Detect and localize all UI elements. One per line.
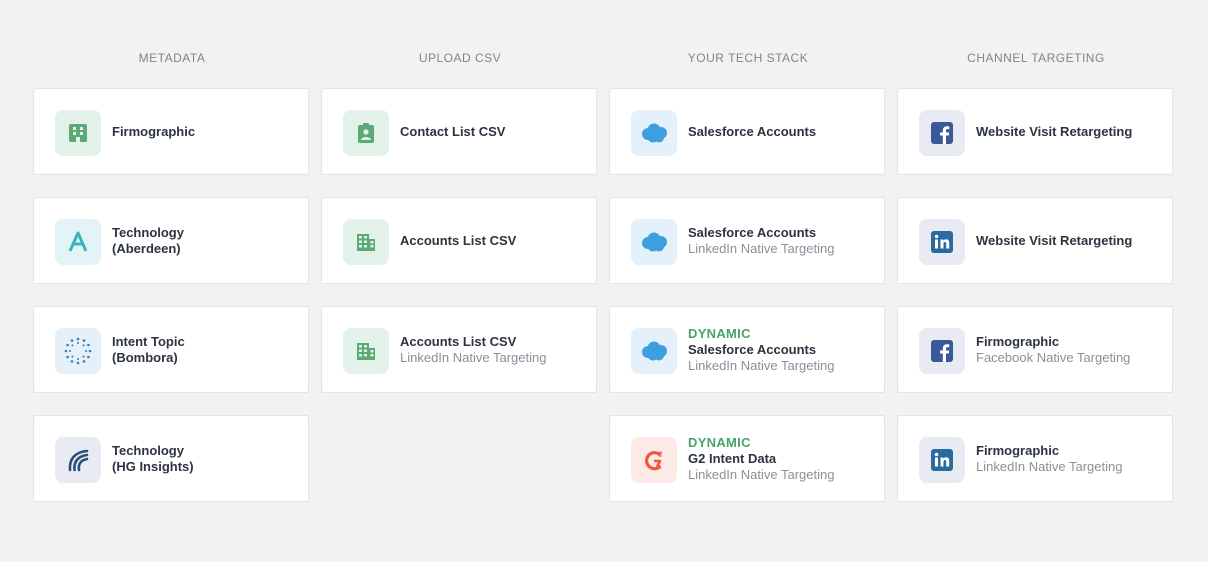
column-header: YOUR TECH STACK [687,51,809,65]
facebook-icon [919,110,965,156]
card-text: Technology (HG Insights) [112,443,302,475]
card-text: Intent Topic (Bombora) [112,334,302,366]
card-title-secondary: (Aberdeen) [112,240,181,256]
card-title-secondary: (Bombora) [112,349,178,365]
card-accounts-list-csv[interactable]: Accounts List CSV [321,197,597,284]
card-intent-topic-bombora[interactable]: Intent Topic (Bombora) [33,306,309,393]
card-text: Firmographic [112,124,302,140]
integration-board: METADATA Firmographic Technology (Aberde… [0,0,1208,562]
column-header: CHANNEL TARGETING [967,51,1105,65]
card-title: Contact List CSV [400,123,506,139]
card-dynamic-salesforce-accounts[interactable]: DYNAMIC Salesforce Accounts LinkedIn Nat… [609,306,885,393]
card-text: Firmographic LinkedIn Native Targeting [976,443,1166,475]
aberdeen-logo-icon [55,219,101,265]
card-salesforce-accounts[interactable]: Salesforce Accounts [609,88,885,175]
office-building-icon [343,328,389,374]
card-title: Website Visit Retargeting [976,123,1133,139]
card-subtitle: LinkedIn Native Targeting [400,349,547,365]
card-title: Firmographic [112,123,196,139]
card-title: Technology [112,442,184,458]
facebook-icon [919,328,965,374]
salesforce-cloud-icon [631,110,677,156]
office-building-icon [343,219,389,265]
card-text: Contact List CSV [400,124,590,140]
contact-badge-icon [343,110,389,156]
card-accounts-list-csv-linkedin[interactable]: Accounts List CSV LinkedIn Native Target… [321,306,597,393]
firmographic-building-icon [55,110,101,156]
salesforce-cloud-icon [631,219,677,265]
card-technology-aberdeen[interactable]: Technology (Aberdeen) [33,197,309,284]
salesforce-cloud-icon [631,328,677,374]
card-title: Website Visit Retargeting [976,232,1133,248]
card-text: DYNAMIC Salesforce Accounts LinkedIn Nat… [688,326,878,374]
card-title: Technology [112,224,184,240]
linkedin-icon [919,437,965,483]
card-text: DYNAMIC G2 Intent Data LinkedIn Native T… [688,435,878,483]
card-title: Firmographic [976,333,1060,349]
card-subtitle: Facebook Native Targeting [976,349,1131,365]
card-salesforce-accounts-linkedin[interactable]: Salesforce Accounts LinkedIn Native Targ… [609,197,885,284]
card-text: Accounts List CSV [400,233,590,249]
card-text: Accounts List CSV LinkedIn Native Target… [400,334,590,366]
card-website-visit-retargeting-linkedin[interactable]: Website Visit Retargeting [897,197,1173,284]
bombora-logo-icon [55,328,101,374]
card-firmographic[interactable]: Firmographic [33,88,309,175]
card-firmographic-linkedin[interactable]: Firmographic LinkedIn Native Targeting [897,415,1173,502]
card-text: Technology (Aberdeen) [112,225,302,257]
card-text: Firmographic Facebook Native Targeting [976,334,1166,366]
hg-insights-logo-icon [55,437,101,483]
card-title: G2 Intent Data [688,450,777,466]
card-contact-list-csv[interactable]: Contact List CSV [321,88,597,175]
card-technology-hg-insights[interactable]: Technology (HG Insights) [33,415,309,502]
card-subtitle: LinkedIn Native Targeting [976,458,1123,474]
card-title: Accounts List CSV [400,333,517,349]
card-website-visit-retargeting-facebook[interactable]: Website Visit Retargeting [897,88,1173,175]
card-title: Firmographic [976,442,1060,458]
card-title: Salesforce Accounts [688,341,817,357]
card-dynamic-g2-intent-data[interactable]: 2 DYNAMIC G2 Intent Data LinkedIn Native… [609,415,885,502]
g2-logo-icon: 2 [631,437,677,483]
card-text: Salesforce Accounts [688,124,878,140]
card-text: Website Visit Retargeting [976,124,1166,140]
card-text: Salesforce Accounts LinkedIn Native Targ… [688,225,878,257]
column-header: METADATA [138,51,206,65]
card-title: Salesforce Accounts [688,123,817,139]
card-title-secondary: (HG Insights) [112,458,194,474]
card-subtitle: LinkedIn Native Targeting [688,357,835,373]
dynamic-badge: DYNAMIC [688,325,751,341]
card-title: Accounts List CSV [400,232,517,248]
card-title: Intent Topic [112,333,185,349]
linkedin-icon [919,219,965,265]
column-header: UPLOAD CSV [418,51,502,65]
card-subtitle: LinkedIn Native Targeting [688,240,835,256]
dynamic-badge: DYNAMIC [688,434,751,450]
svg-text:2: 2 [659,452,663,459]
card-subtitle: LinkedIn Native Targeting [688,466,835,482]
card-title: Salesforce Accounts [688,224,817,240]
card-firmographic-facebook[interactable]: Firmographic Facebook Native Targeting [897,306,1173,393]
card-text: Website Visit Retargeting [976,233,1166,249]
